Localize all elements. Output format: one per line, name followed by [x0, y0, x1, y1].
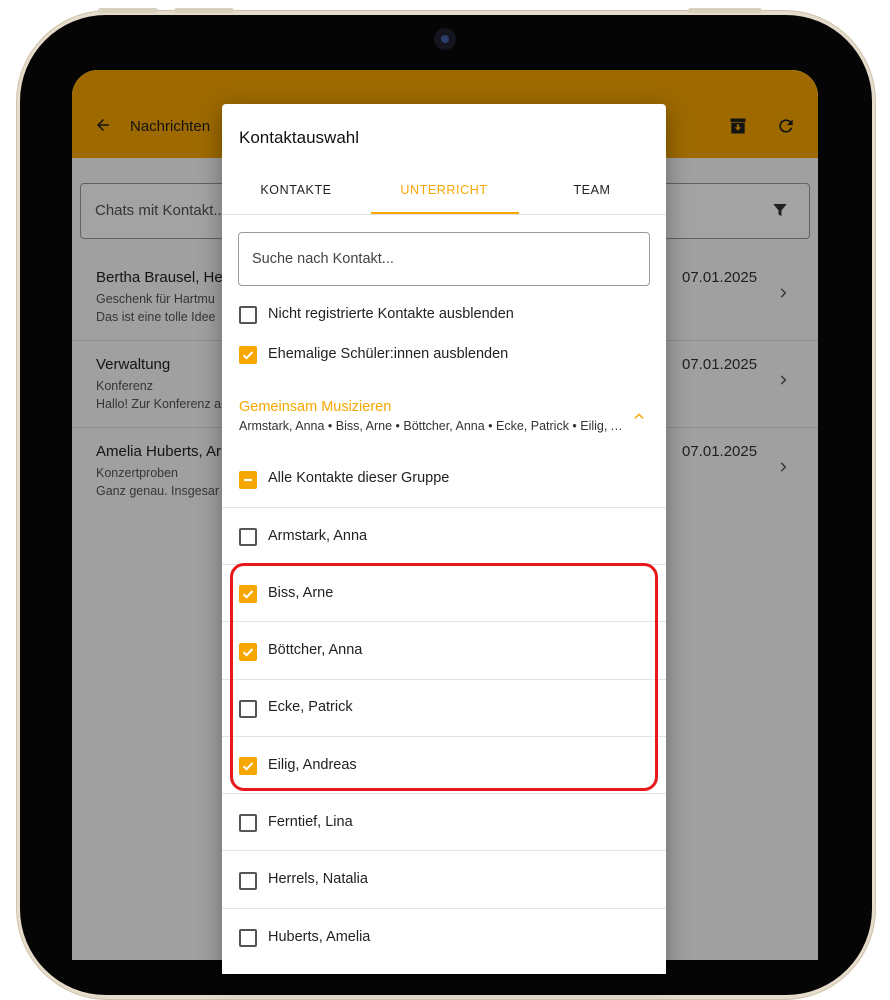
contact-name: Ecke, Patrick: [268, 699, 353, 715]
contact-name: Eilig, Andreas: [268, 757, 357, 773]
contact-checkbox[interactable]: [239, 757, 257, 775]
contact-name: Herrels, Natalia: [268, 871, 368, 887]
contact-checkbox[interactable]: [239, 872, 257, 890]
checkmark-icon: [242, 648, 254, 657]
contact-search-field: [238, 232, 650, 286]
hide-unregistered-checkbox[interactable]: [239, 306, 257, 324]
chevron-up-icon[interactable]: [632, 409, 646, 423]
indeterminate-icon: [244, 478, 252, 482]
contact-checkbox[interactable]: [239, 700, 257, 718]
contact-search-input[interactable]: [239, 233, 649, 285]
checkmark-icon: [242, 590, 254, 599]
row-divider: [222, 736, 666, 737]
contact-name: Armstark, Anna: [268, 528, 368, 544]
contact-selection-dialog: Kontaktauswahl KONTAKTE UNTERRICHT TEAM …: [222, 104, 666, 974]
contact-checkbox[interactable]: [239, 528, 257, 546]
row-divider: [222, 850, 666, 851]
contact-name: Ferntief, Lina: [268, 814, 353, 830]
contact-name: Böttcher, Anna: [268, 642, 363, 658]
tab-kontakte[interactable]: KONTAKTE: [222, 183, 370, 197]
group-title[interactable]: Gemeinsam Musizieren: [239, 399, 391, 415]
hide-former-students-label: Ehemalige Schüler:innen ausblenden: [268, 346, 509, 362]
contact-checkbox[interactable]: [239, 643, 257, 661]
group-members-summary: Armstark, Anna • Biss, Arne • Böttcher, …: [239, 419, 624, 433]
row-divider: [222, 908, 666, 909]
power-button: [688, 8, 762, 13]
select-all-group-label: Alle Kontakte dieser Gruppe: [268, 470, 450, 486]
contact-name: Huberts, Amelia: [268, 929, 371, 945]
contact-checkbox[interactable]: [239, 814, 257, 832]
contact-name: Biss, Arne: [268, 585, 334, 601]
select-all-group-checkbox[interactable]: [239, 471, 257, 489]
tab-divider: [222, 214, 666, 215]
volume-button: [174, 8, 234, 13]
row-divider: [222, 564, 666, 565]
tab-team[interactable]: TEAM: [518, 183, 666, 197]
camera-icon: [434, 28, 456, 50]
checkmark-icon: [242, 351, 254, 360]
contact-checkbox[interactable]: [239, 929, 257, 947]
volume-button: [98, 8, 158, 13]
hide-former-students-checkbox[interactable]: [239, 346, 257, 364]
checkmark-icon: [242, 762, 254, 771]
row-divider: [222, 621, 666, 622]
dialog-title: Kontaktauswahl: [239, 128, 360, 147]
row-divider: [222, 679, 666, 680]
hide-unregistered-label: Nicht registrierte Kontakte ausblenden: [268, 306, 514, 322]
tab-unterricht[interactable]: UNTERRICHT: [370, 183, 518, 197]
row-divider: [222, 793, 666, 794]
contact-checkbox[interactable]: [239, 585, 257, 603]
row-divider: [222, 507, 666, 508]
